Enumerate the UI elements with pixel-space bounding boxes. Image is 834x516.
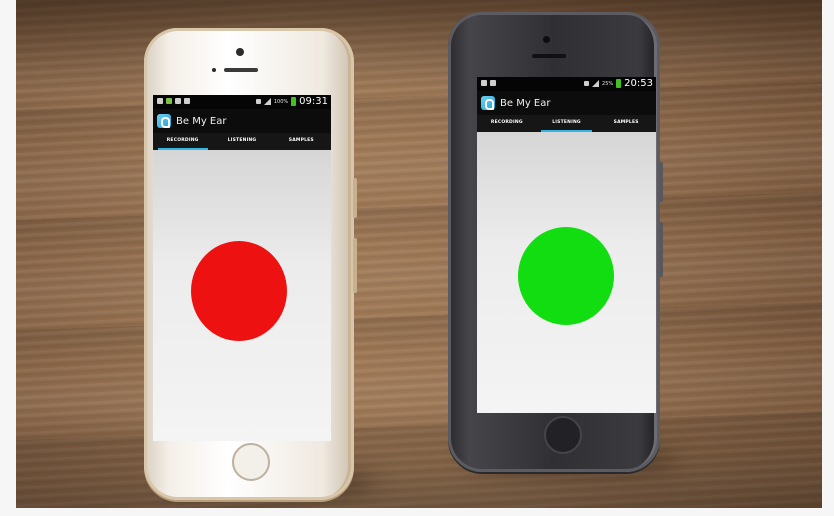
battery-percent: 25% [602,80,614,87]
notification-icons [481,80,496,86]
app-title: Be My Ear [176,115,227,127]
wooden-table-photo: 100% 09:31 Be My Ear RECORDING LISTENING… [16,0,822,508]
battery-percent: 100% [273,98,289,105]
tab-bar: RECORDING LISTENING SAMPLES [153,133,331,150]
right-phone-home-button[interactable] [544,416,582,454]
tab-listening[interactable]: LISTENING [537,115,597,132]
signal-icon [263,98,271,105]
tab-samples[interactable]: SAMPLES [596,115,656,132]
recording-panel [153,150,331,441]
right-phone-screen: 25% 20:53 Be My Ear RECORDING LISTENING … [477,77,656,413]
left-phone-side-button [353,238,357,293]
alarm-icon [584,81,590,86]
android-icon [166,98,172,104]
left-phone-side-button [353,178,357,218]
action-bar: Be My Ear [477,91,656,115]
tab-bar: RECORDING LISTENING SAMPLES [477,115,656,132]
status-bar: 100% 09:31 [153,95,331,109]
right-phone-camera [543,36,550,43]
listening-indicator[interactable] [518,227,614,325]
tab-listening[interactable]: LISTENING [212,133,271,150]
gold-phone: 100% 09:31 Be My Ear RECORDING LISTENING… [144,28,357,500]
photo-icon [490,80,496,86]
notification-icons [157,98,190,104]
left-phone-earpiece [224,68,258,72]
space-gray-phone: 25% 20:53 Be My Ear RECORDING LISTENING … [448,12,663,472]
tab-recording[interactable]: RECORDING [153,133,212,150]
battery-icon [616,79,622,88]
left-phone-screen: 100% 09:31 Be My Ear RECORDING LISTENING… [153,95,331,441]
action-bar: Be My Ear [153,109,331,133]
status-time: 09:31 [299,96,328,107]
left-phone-sensor [212,68,216,72]
photo-icon [481,80,487,86]
app-icon [481,96,495,110]
status-time: 20:53 [624,78,653,89]
photo-icon [184,98,190,104]
tab-recording[interactable]: RECORDING [477,115,537,132]
left-phone-home-button[interactable] [232,443,270,481]
tab-samples[interactable]: SAMPLES [272,133,331,150]
app-icon [157,114,171,128]
app-title: Be My Ear [500,97,551,109]
signal-icon [592,80,600,87]
sync-icon [175,98,181,104]
usb-icon [157,98,163,104]
left-phone-camera [236,48,244,56]
battery-icon [291,97,297,106]
recording-indicator[interactable] [191,241,287,341]
right-phone-earpiece [532,54,566,58]
listening-panel [477,132,656,413]
right-phone-side-button [659,162,663,202]
right-phone-side-button [659,222,663,277]
alarm-icon [255,99,261,104]
status-bar: 25% 20:53 [477,77,656,91]
